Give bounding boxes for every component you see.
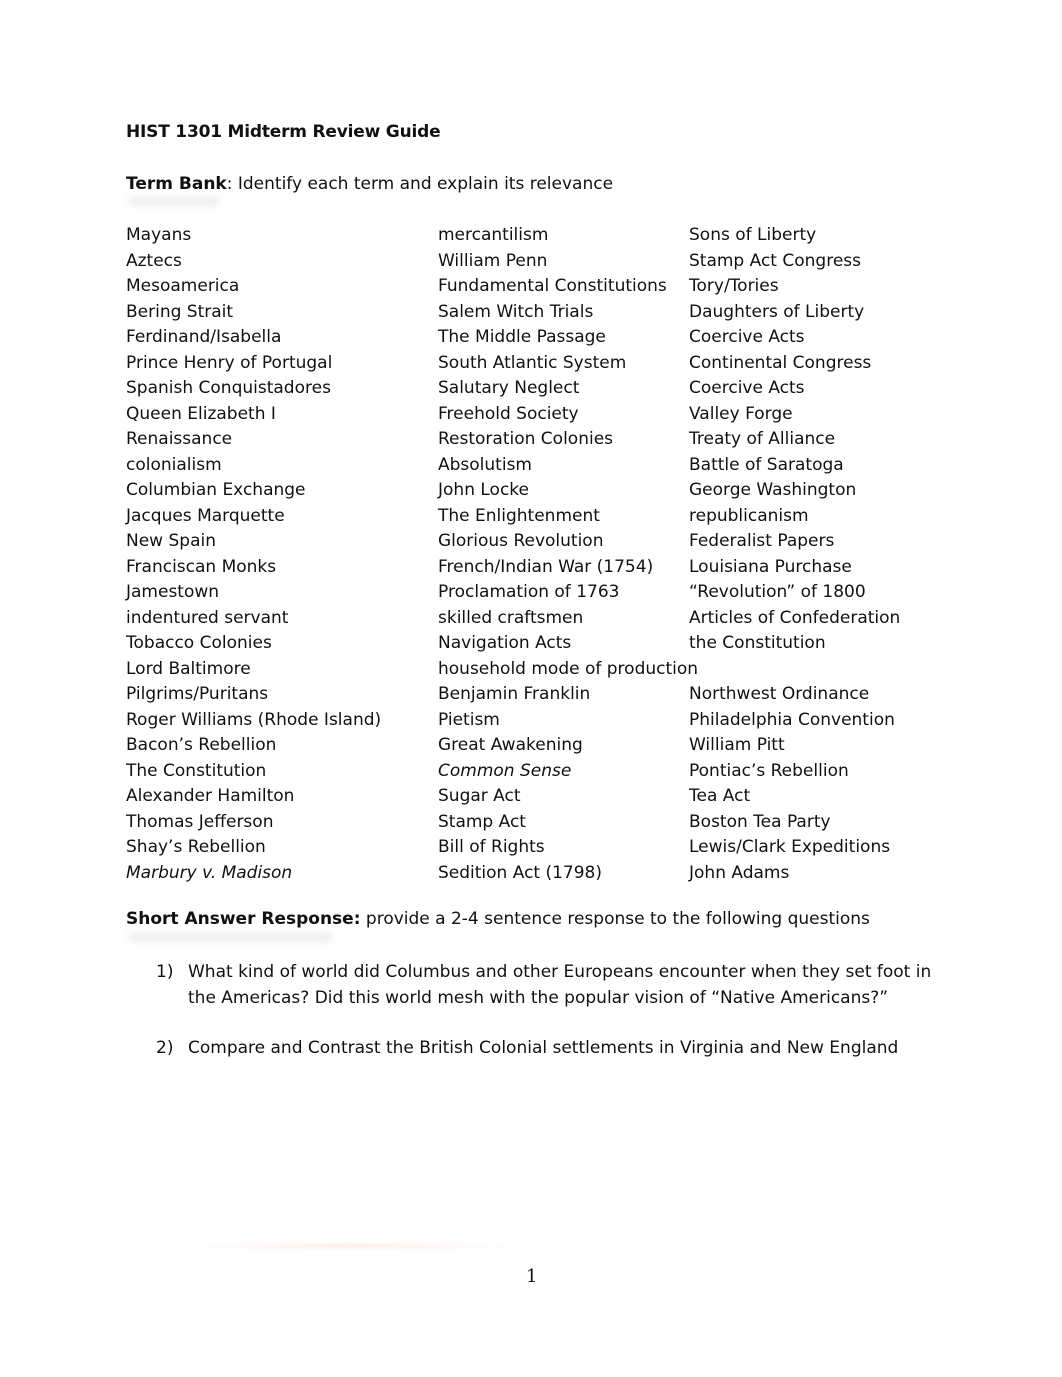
term-item: Glorious Revolution (438, 531, 604, 551)
term-item: Lewis/Clark Expeditions (689, 837, 891, 857)
term-item: Sons of Liberty (689, 225, 817, 245)
term-item: Absolutism (438, 454, 532, 475)
term-item: Sugar Act (438, 786, 521, 806)
term-column-3: Sons of Liberty Stamp Act Congress Tory/To… (689, 223, 900, 886)
term-item: The Constitution (126, 760, 267, 781)
term-item: Salem Witch Trials (438, 301, 594, 322)
term-item: Jacques Marquette (126, 505, 285, 526)
term-item: Bill of Rights (438, 837, 545, 857)
term-item: Boston Tea Party (689, 811, 831, 832)
term-item: Renaissance (126, 429, 233, 449)
term-item: Coercive Acts (689, 378, 805, 398)
term-item: Pilgrims/Puritans (126, 684, 269, 704)
question-number: 1) (156, 962, 174, 982)
term-item: Northwest Ordinance (689, 684, 870, 704)
term-item: Articles of Confederation (689, 607, 901, 628)
term-item: indentured servant (126, 607, 289, 628)
term-item: Prince Henry of Portugal (126, 352, 333, 373)
term-item: Battle of Saratoga (689, 454, 844, 475)
term-bank-instruction: : Identify each term and explain its rel… (226, 174, 614, 194)
term-column-2: mercantilism William Penn Fundamental Cons… (438, 223, 698, 886)
term-item: Salutary Neglect (438, 378, 580, 398)
term-item: George Washington (689, 480, 857, 500)
term-item (689, 657, 900, 683)
term-column-1: Mayans Aztecs Mesoamerica Bering Strait Ferd… (126, 223, 381, 886)
term-item: Roger Williams (Rhode Island) (126, 709, 382, 730)
term-item: Common Sense (438, 760, 572, 781)
term-item: republicanism (689, 505, 809, 526)
term-item: Pontiac’s Rebellion (689, 760, 849, 781)
term-item: Continental Congress (689, 352, 872, 373)
term-item: Valley Forge (689, 403, 793, 424)
blur-smudge (128, 932, 333, 942)
question-item: 2) Compare and Contrast the British Colo… (156, 1035, 948, 1061)
term-item: William Penn (438, 250, 548, 271)
term-item: The Middle Passage (438, 327, 606, 347)
term-item: Tory/Tories (689, 276, 779, 296)
term-item: Alexander Hamilton (126, 786, 295, 806)
term-item: Stamp Act Congress (689, 250, 862, 271)
term-item: Tea Act (689, 786, 751, 806)
page-number: 1 (526, 1266, 538, 1287)
short-answer-label: Short Answer Response: (126, 909, 361, 929)
short-answer-heading: Short Answer Response: provide a 2-4 sen… (126, 909, 870, 929)
term-bank-label: Term Bank (126, 174, 227, 194)
term-item: Sedition Act (1798) (438, 862, 603, 883)
term-item: Shay’s Rebellion (126, 837, 266, 857)
term-item: The Enlightenment (438, 505, 600, 526)
term-item: Ferdinand/Isabella (126, 327, 282, 347)
blur-smudge (128, 196, 220, 206)
term-item: Mesoamerica (126, 276, 240, 296)
faint-divider (180, 1244, 520, 1248)
term-item: Fundamental Constitutions (438, 276, 667, 296)
term-item: Mayans (126, 225, 192, 245)
term-item: Jamestown (126, 582, 220, 602)
document-title: HIST 1301 Midterm Review Guide (126, 122, 441, 142)
term-item: Daughters of Liberty (689, 301, 865, 322)
term-item: Aztecs (126, 250, 182, 271)
term-item: Thomas Jefferson (126, 811, 274, 832)
term-item: Philadelphia Convention (689, 709, 895, 730)
term-item: Treaty of Alliance (689, 429, 836, 449)
term-item: Restoration Colonies (438, 429, 614, 449)
term-item: mercantilism (438, 225, 549, 245)
question-text: What kind of world did Columbus and othe… (188, 962, 932, 1008)
question-number: 2) (156, 1038, 174, 1058)
term-bank-heading: Term Bank: Identify each term and explai… (126, 174, 613, 194)
term-item: Great Awakening (438, 735, 583, 755)
question-item: 1) What kind of world did Columbus and o… (156, 959, 948, 1011)
term-item: Navigation Acts (438, 633, 572, 653)
term-item: New Spain (126, 531, 216, 551)
term-item: John Locke (438, 480, 529, 500)
term-item: skilled craftsmen (438, 607, 584, 628)
term-item: Bacon’s Rebellion (126, 735, 277, 755)
term-item: Marbury v. Madison (126, 862, 293, 883)
term-item: Louisiana Purchase (689, 556, 852, 577)
term-item: Benjamin Franklin (438, 684, 591, 704)
term-item: Queen Elizabeth I (126, 403, 276, 424)
term-item: Tobacco Colonies (126, 633, 272, 653)
short-answer-instruction: provide a 2-4 sentence response to the f… (360, 909, 870, 929)
term-item: Freehold Society (438, 403, 579, 424)
term-item: John Adams (689, 862, 790, 883)
term-item: Pietism (438, 709, 500, 730)
term-item: Stamp Act (438, 811, 526, 832)
question-text: Compare and Contrast the British Colonia… (188, 1038, 899, 1058)
term-item: the Constitution (689, 633, 826, 653)
term-item: household mode of production (438, 658, 699, 679)
term-item: Lord Baltimore (126, 658, 251, 679)
term-item: Bering Strait (126, 301, 234, 322)
term-item: Proclamation of 1763 (438, 582, 620, 602)
term-item: Columbian Exchange (126, 480, 306, 500)
term-item: French/Indian War (1754) (438, 556, 654, 577)
term-item: Coercive Acts (689, 327, 805, 347)
term-item: South Atlantic System (438, 352, 627, 373)
term-item: William Pitt (689, 735, 785, 755)
term-item: Federalist Papers (689, 531, 835, 551)
term-item: “Revolution” of 1800 (689, 582, 866, 602)
term-item: Franciscan Monks (126, 556, 277, 577)
term-item: colonialism (126, 454, 222, 475)
term-item: Spanish Conquistadores (126, 378, 331, 398)
